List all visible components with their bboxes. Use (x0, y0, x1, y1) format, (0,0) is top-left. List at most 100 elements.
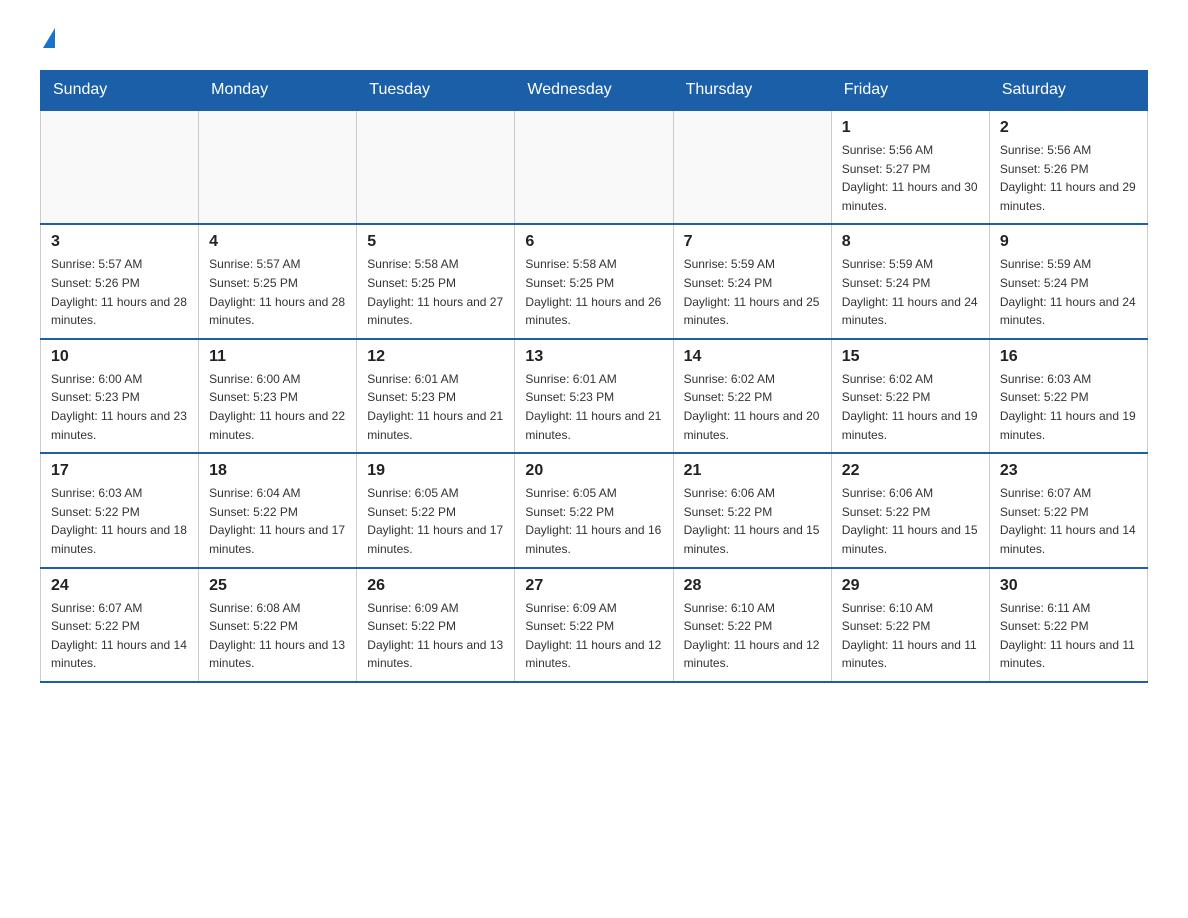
calendar-week-row: 1 Sunrise: 5:56 AMSunset: 5:27 PMDaylight… (41, 110, 1148, 224)
calendar-cell: 22 Sunrise: 6:06 AMSunset: 5:22 PMDayligh… (831, 453, 989, 567)
day-number: 3 (51, 233, 188, 251)
calendar-week-row: 24 Sunrise: 6:07 AMSunset: 5:22 PMDayligh… (41, 568, 1148, 682)
calendar-cell: 1 Sunrise: 5:56 AMSunset: 5:27 PMDaylight… (831, 110, 989, 224)
day-info: Sunrise: 6:03 AMSunset: 5:22 PMDaylight:… (51, 484, 188, 558)
day-of-week-header: Monday (199, 71, 357, 111)
day-number: 30 (1000, 577, 1137, 595)
day-info: Sunrise: 6:06 AMSunset: 5:22 PMDaylight:… (684, 484, 821, 558)
calendar-cell: 29 Sunrise: 6:10 AMSunset: 5:22 PMDayligh… (831, 568, 989, 682)
calendar-cell: 13Sunrise: 6:01 AMSunset: 5:23 PMDayligh… (515, 339, 673, 453)
page-header (40, 30, 1148, 50)
day-of-week-header: Sunday (41, 71, 199, 111)
calendar-cell (515, 110, 673, 224)
calendar-header-row: SundayMondayTuesdayWednesdayThursdayFrid… (41, 71, 1148, 111)
day-number: 27 (525, 577, 662, 595)
day-info: Sunrise: 6:07 AMSunset: 5:22 PMDaylight:… (51, 599, 188, 673)
logo (40, 30, 55, 50)
day-number: 2 (1000, 119, 1137, 137)
day-info: Sunrise: 6:00 AMSunset: 5:23 PMDaylight:… (209, 370, 346, 444)
day-number: 24 (51, 577, 188, 595)
day-number: 8 (842, 233, 979, 251)
day-of-week-header: Thursday (673, 71, 831, 111)
calendar-cell: 9 Sunrise: 5:59 AMSunset: 5:24 PMDaylight… (989, 224, 1147, 338)
day-number: 5 (367, 233, 504, 251)
calendar-cell: 2Sunrise: 5:56 AMSunset: 5:26 PMDaylight… (989, 110, 1147, 224)
day-number: 16 (1000, 348, 1137, 366)
day-number: 25 (209, 577, 346, 595)
day-number: 17 (51, 462, 188, 480)
day-number: 18 (209, 462, 346, 480)
calendar-cell: 28 Sunrise: 6:10 AMSunset: 5:22 PMDayligh… (673, 568, 831, 682)
day-number: 6 (525, 233, 662, 251)
calendar-cell: 16 Sunrise: 6:03 AMSunset: 5:22 PMDayligh… (989, 339, 1147, 453)
day-info: Sunrise: 6:04 AMSunset: 5:22 PMDaylight:… (209, 484, 346, 558)
day-number: 29 (842, 577, 979, 595)
calendar-cell: 21 Sunrise: 6:06 AMSunset: 5:22 PMDayligh… (673, 453, 831, 567)
day-number: 15 (842, 348, 979, 366)
day-info: Sunrise: 6:03 AMSunset: 5:22 PMDaylight:… (1000, 370, 1137, 444)
day-info: Sunrise: 6:06 AMSunset: 5:22 PMDaylight:… (842, 484, 979, 558)
day-number: 20 (525, 462, 662, 480)
day-of-week-header: Tuesday (357, 71, 515, 111)
day-of-week-header: Wednesday (515, 71, 673, 111)
day-number: 11 (209, 348, 346, 366)
day-number: 14 (684, 348, 821, 366)
day-number: 12 (367, 348, 504, 366)
calendar-cell: 24 Sunrise: 6:07 AMSunset: 5:22 PMDayligh… (41, 568, 199, 682)
calendar-cell: 4 Sunrise: 5:57 AMSunset: 5:25 PMDaylight… (199, 224, 357, 338)
calendar-cell: 20Sunrise: 6:05 AMSunset: 5:22 PMDayligh… (515, 453, 673, 567)
calendar-cell: 23 Sunrise: 6:07 AMSunset: 5:22 PMDayligh… (989, 453, 1147, 567)
calendar-cell: 3Sunrise: 5:57 AMSunset: 5:26 PMDaylight… (41, 224, 199, 338)
day-of-week-header: Saturday (989, 71, 1147, 111)
day-info: Sunrise: 5:58 AMSunset: 5:25 PMDaylight:… (367, 255, 504, 329)
day-info: Sunrise: 5:59 AMSunset: 5:24 PMDaylight:… (1000, 255, 1137, 329)
calendar-cell: 12 Sunrise: 6:01 AMSunset: 5:23 PMDayligh… (357, 339, 515, 453)
calendar-cell: 11 Sunrise: 6:00 AMSunset: 5:23 PMDayligh… (199, 339, 357, 453)
day-number: 22 (842, 462, 979, 480)
day-info: Sunrise: 5:57 AMSunset: 5:25 PMDaylight:… (209, 255, 346, 329)
calendar-week-row: 10 Sunrise: 6:00 AMSunset: 5:23 PMDayligh… (41, 339, 1148, 453)
calendar-week-row: 17 Sunrise: 6:03 AMSunset: 5:22 PMDayligh… (41, 453, 1148, 567)
day-info: Sunrise: 6:10 AMSunset: 5:22 PMDaylight:… (842, 599, 979, 673)
calendar-cell: 19 Sunrise: 6:05 AMSunset: 5:22 PMDayligh… (357, 453, 515, 567)
calendar-cell (357, 110, 515, 224)
calendar-cell (41, 110, 199, 224)
calendar-cell: 5 Sunrise: 5:58 AMSunset: 5:25 PMDaylight… (357, 224, 515, 338)
day-number: 21 (684, 462, 821, 480)
calendar-cell: 30 Sunrise: 6:11 AMSunset: 5:22 PMDayligh… (989, 568, 1147, 682)
day-info: Sunrise: 5:58 AMSunset: 5:25 PMDaylight:… (525, 255, 662, 329)
day-number: 7 (684, 233, 821, 251)
day-info: Sunrise: 6:11 AMSunset: 5:22 PMDaylight:… (1000, 599, 1137, 673)
day-number: 1 (842, 119, 979, 137)
calendar-week-row: 3Sunrise: 5:57 AMSunset: 5:26 PMDaylight… (41, 224, 1148, 338)
day-info: Sunrise: 6:10 AMSunset: 5:22 PMDaylight:… (684, 599, 821, 673)
calendar-cell: 26 Sunrise: 6:09 AMSunset: 5:22 PMDayligh… (357, 568, 515, 682)
calendar-cell: 17 Sunrise: 6:03 AMSunset: 5:22 PMDayligh… (41, 453, 199, 567)
calendar-cell: 8Sunrise: 5:59 AMSunset: 5:24 PMDaylight… (831, 224, 989, 338)
calendar-cell: 14Sunrise: 6:02 AMSunset: 5:22 PMDayligh… (673, 339, 831, 453)
calendar-cell: 18 Sunrise: 6:04 AMSunset: 5:22 PMDayligh… (199, 453, 357, 567)
day-number: 9 (1000, 233, 1137, 251)
calendar-cell (199, 110, 357, 224)
day-info: Sunrise: 6:09 AMSunset: 5:22 PMDaylight:… (367, 599, 504, 673)
day-number: 19 (367, 462, 504, 480)
day-of-week-header: Friday (831, 71, 989, 111)
calendar-cell: 6 Sunrise: 5:58 AMSunset: 5:25 PMDaylight… (515, 224, 673, 338)
calendar-cell: 27Sunrise: 6:09 AMSunset: 5:22 PMDayligh… (515, 568, 673, 682)
day-info: Sunrise: 6:02 AMSunset: 5:22 PMDaylight:… (842, 370, 979, 444)
day-info: Sunrise: 6:01 AMSunset: 5:23 PMDaylight:… (367, 370, 504, 444)
day-info: Sunrise: 6:08 AMSunset: 5:22 PMDaylight:… (209, 599, 346, 673)
day-info: Sunrise: 6:05 AMSunset: 5:22 PMDaylight:… (367, 484, 504, 558)
day-number: 23 (1000, 462, 1137, 480)
day-info: Sunrise: 5:59 AMSunset: 5:24 PMDaylight:… (684, 255, 821, 329)
day-info: Sunrise: 6:07 AMSunset: 5:22 PMDaylight:… (1000, 484, 1137, 558)
day-info: Sunrise: 6:00 AMSunset: 5:23 PMDaylight:… (51, 370, 188, 444)
day-number: 26 (367, 577, 504, 595)
calendar-cell: 7 Sunrise: 5:59 AMSunset: 5:24 PMDaylight… (673, 224, 831, 338)
day-info: Sunrise: 5:56 AMSunset: 5:27 PMDaylight:… (842, 141, 979, 215)
logo-triangle-icon (43, 28, 55, 48)
calendar-cell: 15 Sunrise: 6:02 AMSunset: 5:22 PMDayligh… (831, 339, 989, 453)
day-number: 10 (51, 348, 188, 366)
day-number: 4 (209, 233, 346, 251)
day-number: 28 (684, 577, 821, 595)
